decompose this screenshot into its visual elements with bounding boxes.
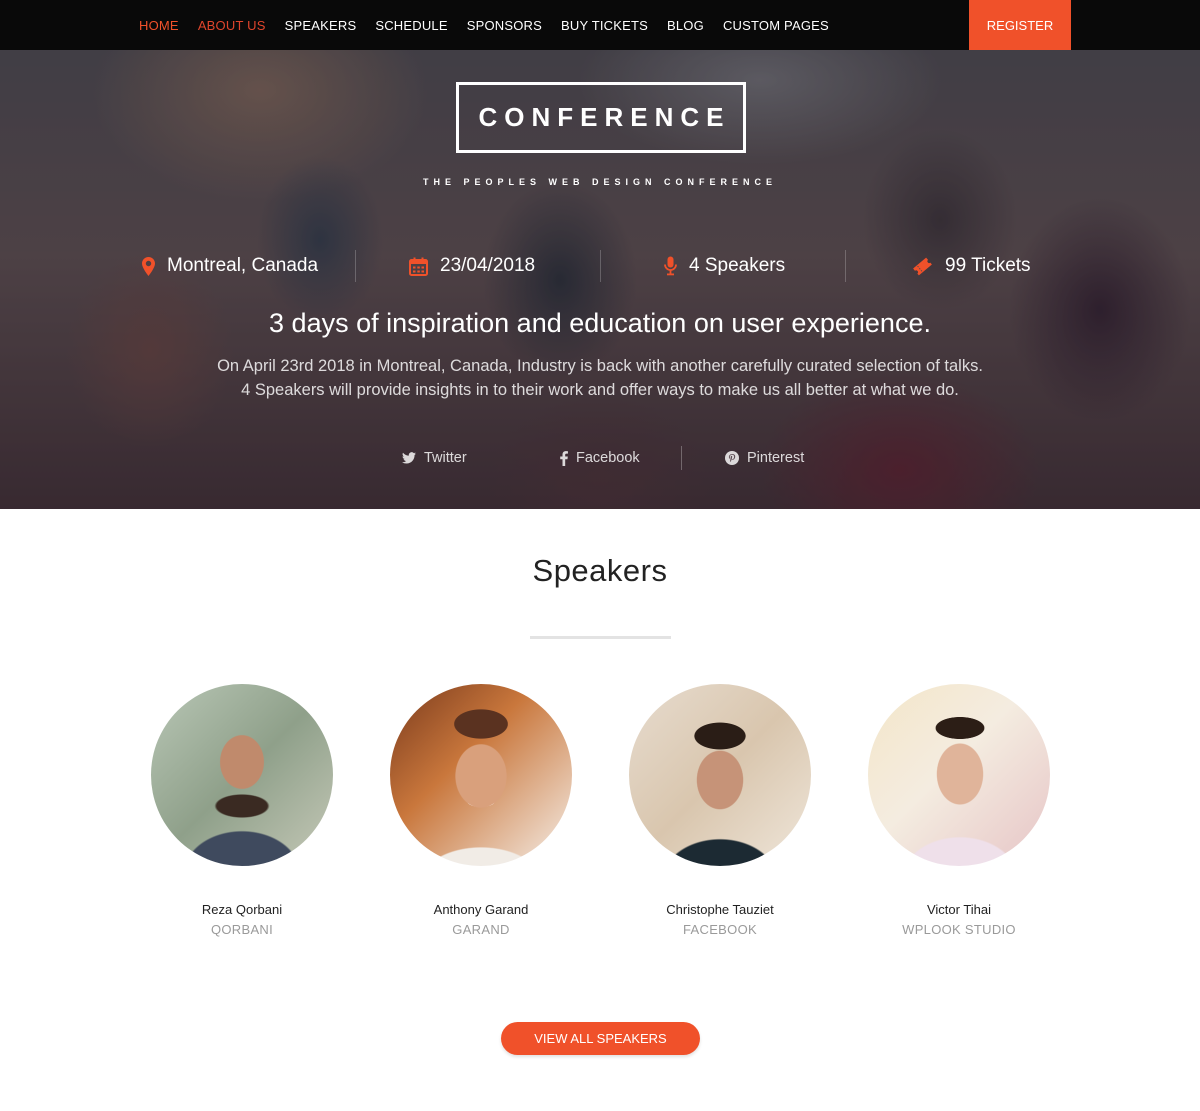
pinterest-label: Pinterest <box>747 450 805 466</box>
nav-speakers[interactable]: SPEAKERS <box>285 18 357 33</box>
section-divider <box>530 636 671 639</box>
hero-description: On April 23rd 2018 in Montreal, Canada, … <box>0 354 1200 402</box>
speaker-company: QORBANI <box>210 922 274 937</box>
facebook-link[interactable]: Facebook <box>560 446 640 470</box>
speaker-card[interactable]: Christophe Tauziet FACEBOOK <box>600 684 840 937</box>
social-links: Twitter Facebook Pinterest <box>0 446 1200 470</box>
speaker-name[interactable]: Christophe Tauziet <box>600 902 840 917</box>
hero-description-line-1: On April 23rd 2018 in Montreal, Canada, … <box>217 357 983 375</box>
twitter-icon <box>402 452 416 464</box>
stat-location-text: Montreal, Canada <box>167 255 319 276</box>
logo-text: CONFERENCE <box>478 102 731 132</box>
pinterest-link[interactable]: Pinterest <box>725 446 804 470</box>
stat-date-text: 23/04/2018 <box>440 255 536 276</box>
speaker-name[interactable]: Victor Tihai <box>839 902 1079 917</box>
speaker-photo[interactable] <box>390 684 572 866</box>
stat-date: 23/04/2018 <box>409 246 535 286</box>
nav-custom-pages[interactable]: CUSTOM PAGES <box>723 18 829 33</box>
speaker-company: FACEBOOK <box>683 922 757 937</box>
speaker-name[interactable]: Reza Qorbani <box>122 902 362 917</box>
register-button[interactable]: REGISTER <box>969 0 1071 50</box>
pinterest-icon <box>725 451 739 465</box>
nav-blog[interactable]: BLOG <box>667 18 704 33</box>
ticket-icon <box>913 257 932 275</box>
stat-divider <box>845 250 846 282</box>
twitter-label: Twitter <box>424 450 467 466</box>
twitter-link[interactable]: Twitter <box>402 446 467 470</box>
speaker-name[interactable]: Anthony Garand <box>361 902 601 917</box>
nav-schedule[interactable]: SCHEDULE <box>375 18 447 33</box>
speaker-card[interactable]: Anthony Garand GARAND <box>361 684 601 937</box>
speaker-company: WPLOOK STUDIO <box>902 922 1016 937</box>
speaker-photo[interactable] <box>629 684 811 866</box>
tagline: THE PEOPLES WEB DESIGN CONFERENCE <box>422 177 778 187</box>
nav-home[interactable]: HOME <box>139 18 179 33</box>
facebook-icon <box>560 450 568 466</box>
stat-speakers-text: 4 Speakers <box>689 255 786 276</box>
speaker-photo[interactable] <box>151 684 333 866</box>
speaker-photo[interactable] <box>868 684 1050 866</box>
main-menu: HOME ABOUT US SPEAKERS SCHEDULE SPONSORS… <box>139 0 848 50</box>
hero-headline: 3 days of inspiration and education on u… <box>269 308 931 338</box>
speaker-company: GARAND <box>452 922 510 937</box>
stat-tickets: 99 Tickets <box>912 246 1031 286</box>
nav-about-us[interactable]: ABOUT US <box>198 18 266 33</box>
facebook-label: Facebook <box>576 450 640 466</box>
stat-divider <box>600 250 601 282</box>
hero-description-line-2: 4 Speakers will provide insights in to t… <box>241 381 959 399</box>
view-all-speakers-button[interactable]: VIEW ALL SPEAKERS <box>501 1022 700 1055</box>
map-pin-icon <box>142 256 155 276</box>
stat-speakers: 4 Speakers <box>664 246 785 286</box>
nav-sponsors[interactable]: SPONSORS <box>467 18 542 33</box>
stat-location: Montreal, Canada <box>142 246 318 286</box>
speakers-section-title: Speakers <box>532 553 668 588</box>
top-navigation-bar: HOME ABOUT US SPEAKERS SCHEDULE SPONSORS… <box>0 0 1200 50</box>
nav-buy-tickets[interactable]: BUY TICKETS <box>561 18 648 33</box>
hero-section: CONFERENCE THE PEOPLES WEB DESIGN CONFER… <box>0 50 1200 509</box>
speaker-card[interactable]: Victor Tihai WPLOOK STUDIO <box>839 684 1079 937</box>
microphone-icon <box>664 256 677 276</box>
speaker-card[interactable]: Reza Qorbani QORBANI <box>122 684 362 937</box>
stat-tickets-text: 99 Tickets <box>945 255 1031 276</box>
calendar-icon <box>409 257 428 276</box>
event-stats: Montreal, Canada 23/04/2018 4 Speakers 9… <box>0 246 1200 286</box>
conference-logo[interactable]: CONFERENCE <box>456 82 746 153</box>
stat-divider <box>355 250 356 282</box>
social-divider <box>681 446 682 470</box>
